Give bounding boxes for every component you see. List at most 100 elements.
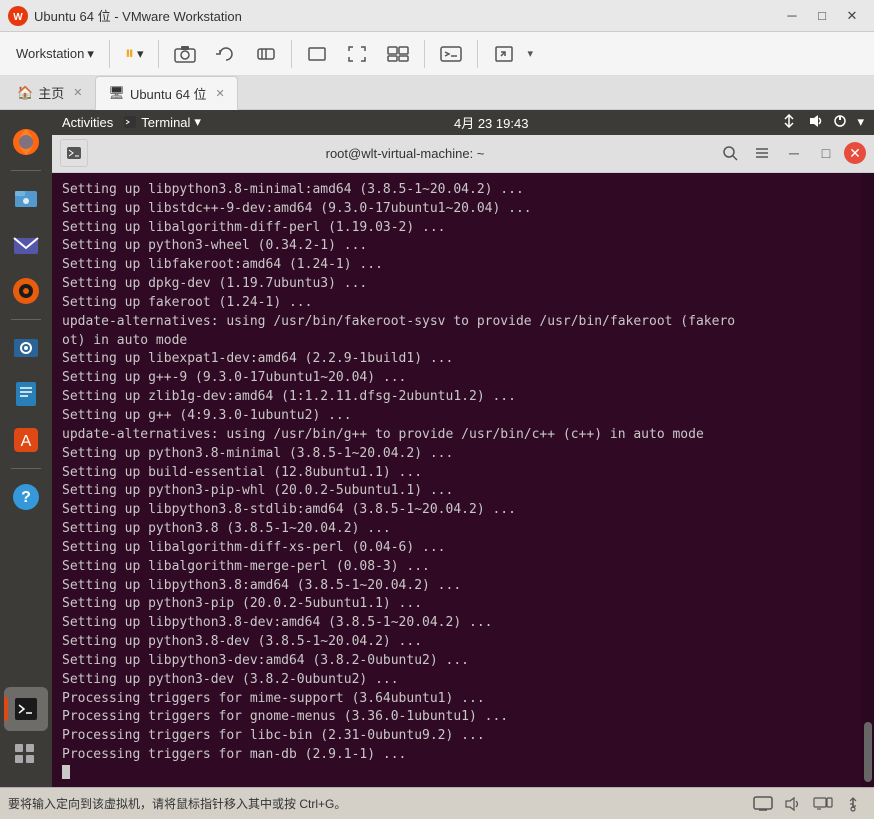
- home-tab-close[interactable]: ✕: [73, 86, 82, 99]
- gnome-system-dropdown-icon[interactable]: ▾: [857, 114, 864, 130]
- revert-button[interactable]: [208, 41, 244, 67]
- power-icon: [833, 114, 847, 128]
- svg-text:W: W: [13, 12, 23, 23]
- gnome-network-icon[interactable]: [781, 114, 797, 131]
- sidebar-icon-shotwell[interactable]: [4, 326, 48, 370]
- terminal-controls: ─ □ ✕: [716, 142, 866, 164]
- svg-text:?: ?: [21, 489, 31, 506]
- terminal-scrollbar[interactable]: [862, 173, 874, 787]
- terminal-menu-icon: [754, 146, 770, 160]
- status-icon-screen[interactable]: [750, 793, 776, 815]
- gnome-topbar-left: Activities Terminal ▾: [62, 114, 201, 130]
- terminal-icon-btn[interactable]: [60, 139, 88, 167]
- window-title: Ubuntu 64 位 - VMware Workstation: [34, 6, 242, 25]
- status-usb-icon: [845, 796, 861, 812]
- terminal-search-button[interactable]: [716, 142, 744, 164]
- network-icon: [781, 114, 797, 128]
- fit-guest-icon: [493, 45, 515, 63]
- terminal-minimize-button[interactable]: ─: [780, 142, 808, 164]
- snapshot-icon: [174, 45, 196, 63]
- pause-button[interactable]: ⏸ ▾: [117, 39, 152, 68]
- home-tab-label: 主页: [38, 83, 64, 102]
- tab-ubuntu[interactable]: 🖥 Ubuntu 64 位 ✕: [95, 76, 237, 110]
- title-bar-left: W Ubuntu 64 位 - VMware Workstation: [8, 6, 242, 26]
- sidebar-divider-1: [11, 170, 41, 171]
- suspend-button[interactable]: [248, 41, 284, 67]
- fit-dropdown-icon: ▾: [527, 47, 533, 60]
- terminal-small-icon: [123, 115, 137, 129]
- normal-view-button[interactable]: [299, 41, 335, 67]
- tab-home[interactable]: 🏠 主页 ✕: [4, 76, 95, 110]
- status-bar-right: [750, 793, 866, 815]
- pause-dropdown-icon: ▾: [137, 46, 144, 62]
- title-bar-controls: ─ □ ✕: [778, 5, 866, 27]
- sidebar-icon-mail[interactable]: [4, 223, 48, 267]
- sidebar-icon-firefox[interactable]: [4, 120, 48, 164]
- workstation-label: Workstation: [16, 46, 84, 61]
- gnome-power-icon[interactable]: [833, 114, 847, 131]
- minimize-button[interactable]: ─: [778, 5, 806, 27]
- pause-icon: ⏸: [125, 43, 134, 64]
- active-indicator: [4, 697, 8, 721]
- gnome-activities-button[interactable]: Activities: [62, 115, 113, 130]
- toolbar-separator-4: [424, 40, 425, 68]
- console-button[interactable]: [432, 41, 470, 67]
- toolbar-separator-2: [158, 40, 159, 68]
- toolbar: Workstation ▾ ⏸ ▾: [0, 32, 874, 76]
- status-icon-usb[interactable]: [840, 793, 866, 815]
- snapshot-button[interactable]: [166, 41, 204, 67]
- terminal-text: Setting up libpython3.8-minimal:amd64 (3…: [62, 181, 864, 765]
- gnome-topbar-datetime: 4月 23 19:43: [454, 113, 528, 132]
- toolbar-separator-1: [109, 40, 110, 68]
- gnome-terminal-dropdown-icon[interactable]: ▾: [194, 114, 201, 130]
- terminal-close-button[interactable]: ✕: [844, 142, 866, 164]
- workstation-menu-button[interactable]: Workstation ▾: [8, 42, 102, 66]
- fullscreen-icon: [347, 45, 367, 63]
- toolbar-separator-5: [477, 40, 478, 68]
- status-display-icon: [813, 796, 833, 812]
- terminal-titlebar-left: [60, 139, 94, 167]
- fit-guest-button[interactable]: [485, 41, 523, 67]
- workstation-dropdown-icon: ▾: [87, 46, 94, 62]
- gnome-topbar-right: ▾: [781, 114, 864, 131]
- terminal-menu-button[interactable]: [748, 142, 776, 164]
- terminal-cursor-line: [62, 765, 864, 779]
- ubuntu-tab-icon: 🖥: [108, 85, 125, 101]
- unity-view-icon: [387, 45, 409, 63]
- terminal-title-text: root@wlt-virtual-machine: ~: [94, 146, 716, 161]
- apps-grid-icon: [13, 742, 39, 768]
- search-icon: [722, 145, 738, 161]
- revert-icon: [216, 45, 236, 63]
- terminal-output[interactable]: Setting up libpython3.8-minimal:amd64 (3…: [52, 173, 874, 787]
- terminal-titlebar: root@wlt-virtual-machine: ~: [52, 135, 874, 173]
- close-button[interactable]: ✕: [838, 5, 866, 27]
- scrollbar-thumb[interactable]: [864, 722, 872, 782]
- sidebar-icon-appstore[interactable]: A: [4, 418, 48, 462]
- sidebar-icon-libreoffice[interactable]: [4, 372, 48, 416]
- suspend-icon: [256, 45, 276, 63]
- title-bar: W Ubuntu 64 位 - VMware Workstation ─ □ ✕: [0, 0, 874, 32]
- status-sound-icon: [784, 796, 802, 812]
- gnome-app-name: Terminal ▾: [123, 114, 201, 130]
- ubuntu-tab-close[interactable]: ✕: [216, 87, 225, 100]
- sidebar-divider-3: [11, 468, 41, 469]
- sidebar-icon-files[interactable]: [4, 177, 48, 221]
- status-bar: 要将输入定向到该虚拟机，请将鼠标指针移入其中或按 Ctrl+G。: [0, 787, 874, 819]
- fullscreen-button[interactable]: [339, 41, 375, 67]
- gnome-sound-icon[interactable]: [807, 114, 823, 131]
- console-icon: [440, 45, 462, 63]
- terminal-restore-button[interactable]: □: [812, 142, 840, 164]
- vm-area: A ?: [0, 110, 874, 787]
- status-icon-sound[interactable]: [780, 793, 806, 815]
- home-tab-icon: 🏠: [17, 85, 33, 101]
- toolbar-separator-3: [291, 40, 292, 68]
- restore-button[interactable]: □: [808, 5, 836, 27]
- gnome-topbar: Activities Terminal ▾ 4月 23 19:43: [52, 110, 874, 135]
- sidebar-icon-rhythmbox[interactable]: [4, 269, 48, 313]
- terminal-icon: [14, 697, 38, 721]
- sidebar-icon-apps[interactable]: [4, 733, 48, 777]
- sidebar-icon-help[interactable]: ?: [4, 475, 48, 519]
- sidebar-icon-terminal[interactable]: [4, 687, 48, 731]
- status-icon-display[interactable]: [810, 793, 836, 815]
- unity-view-button[interactable]: [379, 41, 417, 67]
